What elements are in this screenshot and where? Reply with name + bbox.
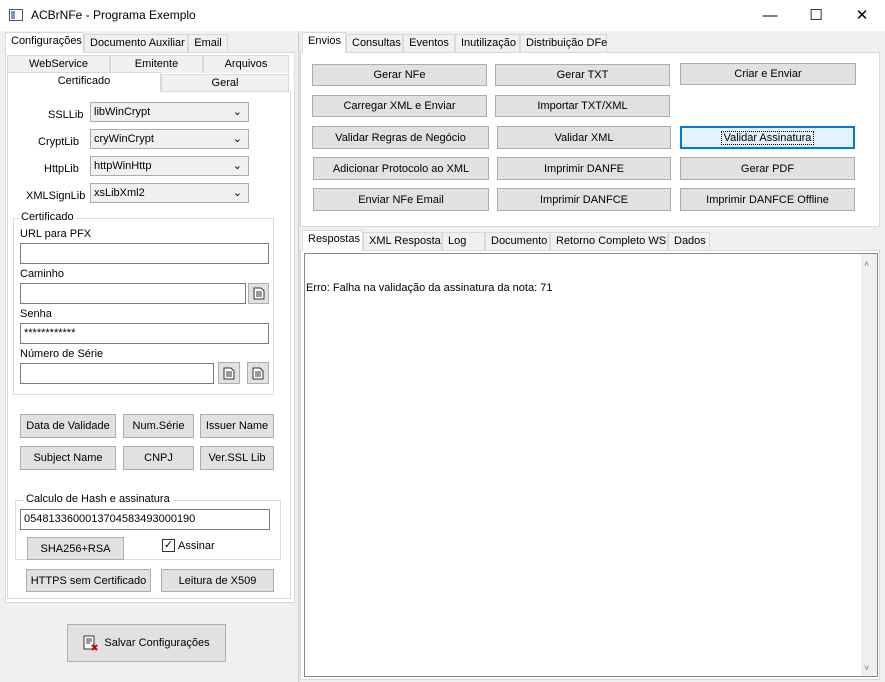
numero-serie-label: Número de Série: [20, 348, 104, 360]
cnpj-button[interactable]: CNPJ: [123, 446, 194, 470]
validar-assinatura-label: Validar Assinatura: [720, 130, 815, 145]
cryptlib-label: CryptLib: [38, 136, 79, 148]
chevron-down-icon: ⌄: [232, 106, 242, 118]
tab-retorno-completo-ws[interactable]: Retorno Completo WS: [550, 232, 668, 251]
select-cert-button[interactable]: [218, 362, 240, 384]
browse-file-button[interactable]: [248, 283, 269, 304]
adicionar-protocolo-button[interactable]: Adicionar Protocolo ao XML: [313, 157, 489, 180]
importar-txt-xml-button[interactable]: Importar TXT/XML: [495, 95, 670, 117]
senha-label: Senha: [20, 308, 52, 320]
chevron-down-icon: ⌄: [232, 160, 242, 172]
close-button[interactable]: ✕: [839, 0, 885, 31]
certificado-group-title: Certificado: [19, 211, 76, 223]
response-text: Erro: Falha na validação da assinatura d…: [306, 282, 553, 294]
xmlsignlib-select[interactable]: xsLibXml2 ⌄: [90, 183, 249, 203]
chevron-down-icon: ⌄: [232, 133, 242, 145]
criar-enviar-button[interactable]: Criar e Enviar: [680, 63, 856, 85]
ssllib-select[interactable]: libWinCrypt ⌄: [90, 102, 249, 122]
validar-assinatura-button[interactable]: Validar Assinatura: [680, 126, 855, 149]
issuer-name-button[interactable]: Issuer Name: [200, 414, 274, 438]
tab-xml-resposta[interactable]: XML Resposta: [363, 232, 442, 251]
tab-webservice[interactable]: WebService: [7, 55, 110, 73]
tab-email[interactable]: Email: [188, 34, 228, 53]
assinar-label: Assinar: [178, 540, 215, 552]
tab-eventos[interactable]: Eventos: [403, 34, 455, 53]
tab-distribuicao-dfe[interactable]: Distribuição DFe: [520, 34, 607, 53]
subject-name-button[interactable]: Subject Name: [20, 446, 116, 470]
cryptlib-value: cryWinCrypt: [94, 133, 154, 145]
tab-emitente[interactable]: Emitente: [110, 55, 203, 73]
respostas-memo[interactable]: Erro: Falha na validação da assinatura d…: [304, 253, 878, 677]
xmlsignlib-value: xsLibXml2: [94, 187, 145, 199]
senha-input[interactable]: ************: [20, 323, 269, 344]
save-config-icon: [83, 635, 99, 651]
salvar-configuracoes-button[interactable]: Salvar Configurações: [67, 624, 226, 662]
cryptlib-select[interactable]: cryWinCrypt ⌄: [90, 129, 249, 149]
tab-respostas[interactable]: Respostas: [302, 230, 363, 251]
title-bar: ACBrNFe - Programa Exemplo — ☐ ✕: [0, 0, 885, 31]
httplib-label: HttpLib: [44, 163, 79, 175]
enviar-nfe-email-button[interactable]: Enviar NFe Email: [313, 188, 489, 211]
httplib-value: httpWinHttp: [94, 160, 152, 172]
xmlsignlib-label: XMLSignLib: [26, 190, 86, 202]
sha256-rsa-button[interactable]: SHA256+RSA: [27, 537, 124, 560]
document-icon: [252, 367, 264, 379]
tab-dados[interactable]: Dados: [668, 232, 710, 251]
gerar-nfe-button[interactable]: Gerar NFe: [312, 64, 487, 86]
scroll-down-icon[interactable]: ˅: [864, 663, 869, 673]
maximize-button[interactable]: ☐: [793, 0, 839, 31]
ssllib-label: SSLLib: [48, 109, 84, 121]
document-icon: [253, 287, 264, 300]
tab-log[interactable]: Log: [442, 232, 485, 251]
carregar-xml-enviar-button[interactable]: Carregar XML e Enviar: [312, 95, 487, 117]
app-icon: [9, 9, 23, 21]
validar-regras-negocio-button[interactable]: Validar Regras de Negócio: [312, 126, 489, 149]
imprimir-danfce-offline-button[interactable]: Imprimir DANFCE Offline: [680, 188, 855, 211]
gerar-txt-button[interactable]: Gerar TXT: [495, 64, 670, 86]
tab-geral[interactable]: Geral: [161, 74, 289, 92]
read-cert-button[interactable]: [247, 362, 269, 384]
window-title: ACBrNFe - Programa Exemplo: [31, 8, 196, 22]
tab-documento-auxiliar[interactable]: Documento Auxiliar: [84, 34, 188, 53]
tab-certificado[interactable]: Certificado: [7, 72, 161, 92]
https-sem-certificado-button[interactable]: HTTPS sem Certificado: [26, 569, 151, 592]
tab-arquivos[interactable]: Arquivos: [203, 55, 289, 73]
caminho-input[interactable]: [20, 283, 246, 304]
hash-group-title: Calculo de Hash e assinatura: [24, 493, 172, 505]
leitura-x509-button[interactable]: Leitura de X509: [161, 569, 274, 592]
document-icon: [223, 367, 235, 379]
data-validade-button[interactable]: Data de Validade: [20, 414, 116, 438]
numero-serie-input[interactable]: [20, 363, 214, 384]
httplib-select[interactable]: httpWinHttp ⌄: [90, 156, 249, 176]
tab-documento[interactable]: Documento: [485, 232, 550, 251]
salvar-label: Salvar Configurações: [104, 637, 210, 649]
url-pfx-input[interactable]: [20, 243, 269, 264]
tab-envios[interactable]: Envios: [302, 32, 346, 53]
tab-consultas[interactable]: Consultas: [346, 34, 403, 53]
gerar-pdf-button[interactable]: Gerar PDF: [680, 157, 855, 180]
assinar-checkbox[interactable]: ✓: [162, 539, 175, 552]
vertical-scrollbar[interactable]: ˄ ˅: [861, 254, 877, 676]
scroll-up-icon[interactable]: ˄: [864, 259, 869, 269]
num-serie-button[interactable]: Num.Série: [123, 414, 194, 438]
ssllib-value: libWinCrypt: [94, 106, 151, 118]
caminho-label: Caminho: [20, 268, 65, 280]
hash-input[interactable]: 05481336000137045834930001​90: [20, 509, 270, 530]
imprimir-danfe-button[interactable]: Imprimir DANFE: [497, 157, 671, 180]
minimize-button[interactable]: —: [747, 0, 793, 31]
url-pfx-label: URL para PFX: [20, 228, 92, 240]
chevron-down-icon: ⌄: [232, 187, 242, 199]
imprimir-danfce-button[interactable]: Imprimir DANFCE: [497, 188, 671, 211]
tab-inutilizacao[interactable]: Inutilização: [455, 34, 520, 53]
ver-ssl-lib-button[interactable]: Ver.SSL Lib: [200, 446, 274, 470]
validar-xml-button[interactable]: Validar XML: [497, 126, 671, 149]
tab-configuracoes[interactable]: Configurações: [5, 32, 84, 53]
